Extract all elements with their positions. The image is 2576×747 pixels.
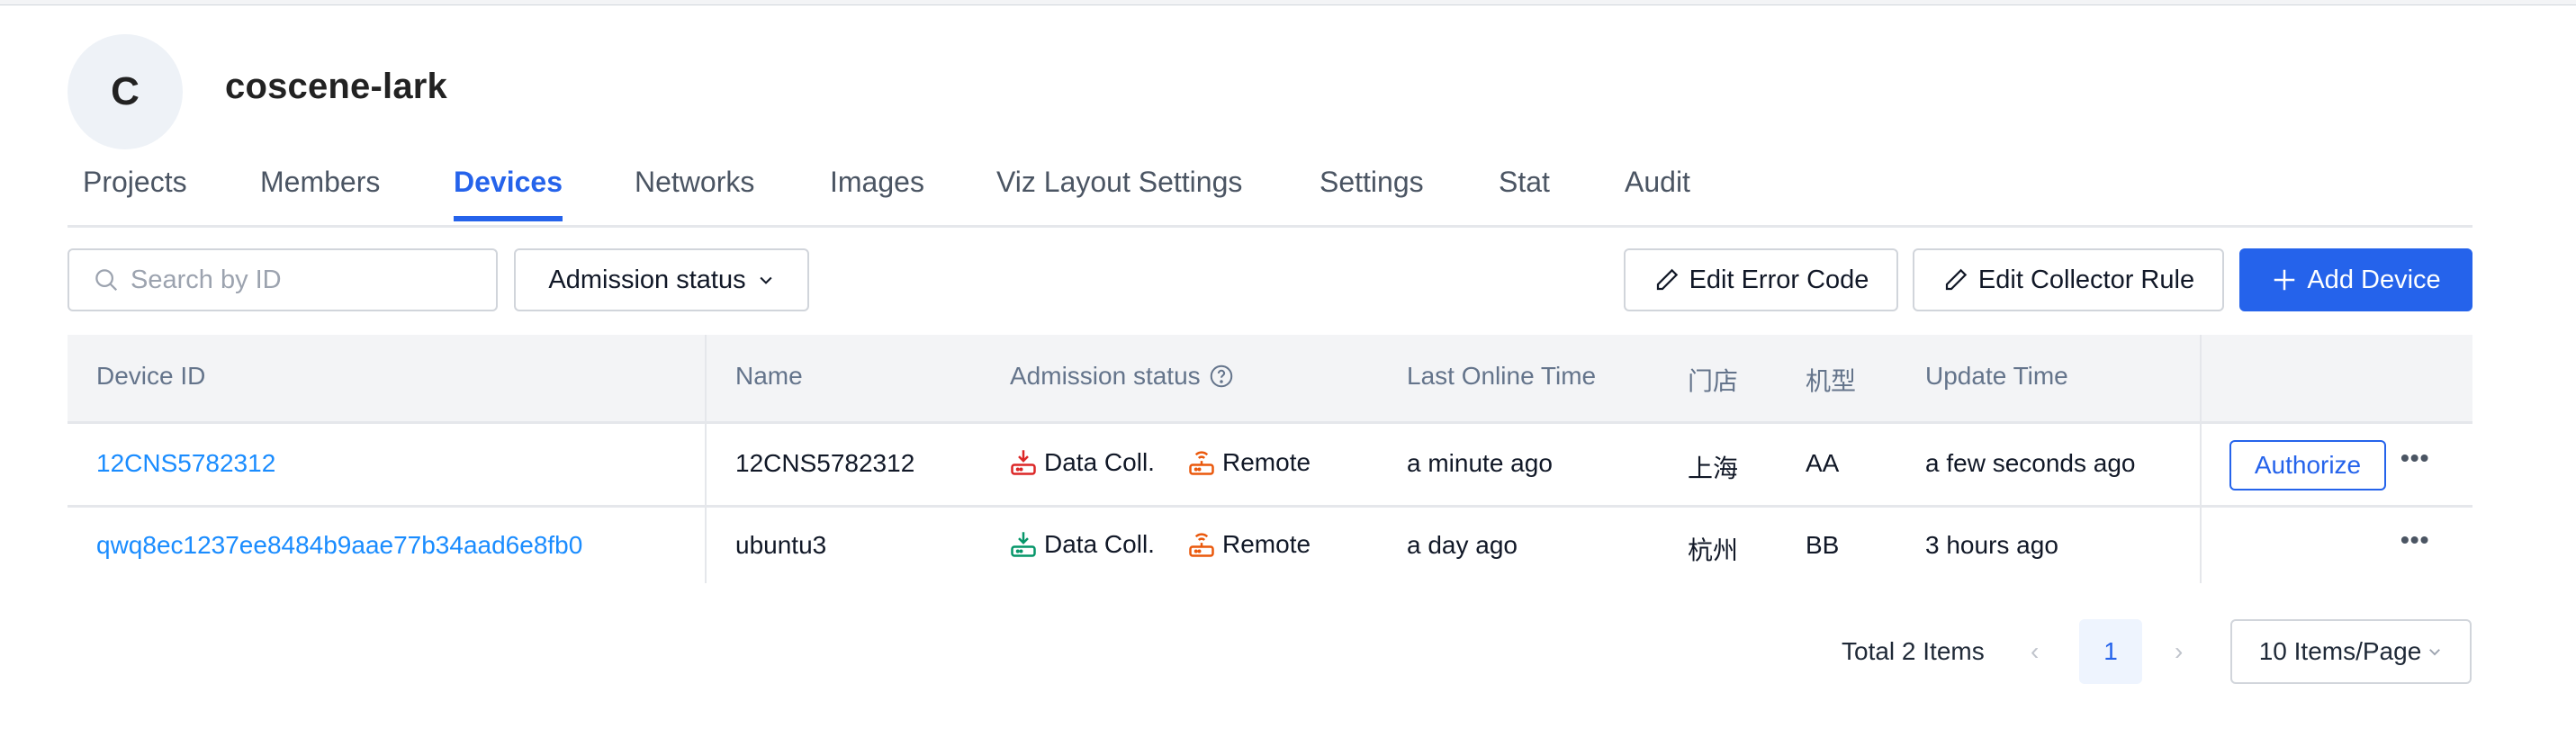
- pagination-total: Total 2 Items: [1842, 637, 1985, 665]
- search-input[interactable]: [129, 264, 474, 296]
- tab-networks[interactable]: Networks: [635, 166, 754, 221]
- col-admission-status: Admission status: [1010, 362, 1235, 391]
- tab-devices[interactable]: Devices: [454, 166, 563, 221]
- plus-icon: [2274, 269, 2295, 291]
- table-row: 12CNS5782312 12CNS5782312 Data Coll. Rem…: [68, 424, 2472, 508]
- pencil-icon: [1945, 268, 1968, 291]
- add-device-label: Add Device: [2307, 265, 2441, 294]
- tab-settings[interactable]: Settings: [1320, 166, 1424, 221]
- data-coll-label: Data Coll.: [1044, 448, 1155, 476]
- admission-status-filter[interactable]: Admission status: [514, 248, 809, 311]
- pagination-page-1[interactable]: 1: [2079, 619, 2142, 684]
- model: AA: [1806, 449, 1840, 477]
- table-header: Device ID Name Admission status Last Onl…: [68, 335, 2472, 424]
- last-online-time: a day ago: [1407, 531, 1518, 559]
- edit-error-code-button[interactable]: Edit Error Code: [1624, 248, 1898, 311]
- update-time: a few seconds ago: [1925, 449, 2136, 477]
- remote-router-icon: [1189, 451, 1214, 475]
- table-row: qwq8ec1237ee8484b9aae77b34aad6e8fb0 ubun…: [68, 508, 2472, 589]
- org-avatar: C: [68, 34, 183, 149]
- remote-label: Remote: [1222, 530, 1311, 558]
- avatar-letter: C: [111, 69, 140, 113]
- pagination-next-icon[interactable]: ›: [2175, 637, 2183, 666]
- model: BB: [1806, 531, 1840, 559]
- page-size-select[interactable]: 10 Items/Page: [2230, 619, 2472, 684]
- data-collection-unauthorized-icon: [1011, 450, 1036, 475]
- data-coll-label: Data Coll.: [1044, 530, 1155, 558]
- data-collection-authorized-icon: [1011, 532, 1036, 557]
- remote-label: Remote: [1222, 448, 1311, 476]
- search-box[interactable]: [68, 248, 498, 311]
- tab-viz-layout-settings[interactable]: Viz Layout Settings: [996, 166, 1242, 221]
- device-id-link[interactable]: 12CNS5782312: [96, 449, 275, 478]
- pencil-icon: [1656, 268, 1678, 291]
- tab-members[interactable]: Members: [260, 166, 380, 221]
- remote-status: Remote: [1188, 529, 1311, 560]
- chevron-down-icon: [760, 276, 772, 284]
- tab-bar: Projects Members Devices Networks Images…: [68, 153, 2472, 228]
- admission-filter-label: Admission status: [548, 265, 746, 294]
- device-id-link[interactable]: qwq8ec1237ee8484b9aae77b34aad6e8fb0: [96, 531, 582, 560]
- tab-audit[interactable]: Audit: [1625, 166, 1690, 221]
- top-border: [0, 0, 2576, 5]
- add-device-button[interactable]: Add Device: [2239, 248, 2472, 311]
- col-store: 门店: [1688, 367, 1739, 395]
- col-device-id: Device ID: [96, 362, 206, 390]
- pagination-prev-icon[interactable]: ‹: [2031, 637, 2039, 666]
- help-circle-icon[interactable]: [1208, 363, 1235, 390]
- update-time: 3 hours ago: [1925, 531, 2058, 559]
- tab-projects[interactable]: Projects: [83, 166, 187, 221]
- device-name: ubuntu3: [735, 531, 827, 559]
- col-model: 机型: [1806, 367, 1857, 395]
- chevron-down-icon: [2429, 649, 2441, 656]
- data-coll-status: Data Coll.: [1010, 447, 1155, 478]
- search-icon: [95, 269, 118, 292]
- authorize-button[interactable]: Authorize: [2229, 440, 2386, 490]
- more-actions-icon[interactable]: •••: [2400, 444, 2429, 472]
- remote-status: Remote: [1188, 447, 1311, 478]
- col-update-time: Update Time: [1925, 362, 2068, 390]
- col-admission-status-label: Admission status: [1010, 362, 1201, 390]
- data-coll-status: Data Coll.: [1010, 529, 1155, 560]
- edit-collector-rule-label: Edit Collector Rule: [1977, 265, 2195, 294]
- tab-images[interactable]: Images: [830, 166, 924, 221]
- col-name: Name: [735, 362, 803, 390]
- edit-error-code-label: Edit Error Code: [1689, 265, 1869, 294]
- device-name: 12CNS5782312: [735, 449, 915, 477]
- store: 上海: [1688, 454, 1739, 482]
- tab-stat[interactable]: Stat: [1499, 166, 1550, 221]
- more-actions-icon[interactable]: •••: [2400, 526, 2429, 554]
- remote-router-icon: [1189, 533, 1214, 557]
- last-online-time: a minute ago: [1407, 449, 1553, 477]
- col-last-online-time: Last Online Time: [1407, 362, 1597, 390]
- edit-collector-rule-button[interactable]: Edit Collector Rule: [1913, 248, 2224, 311]
- store: 杭州: [1688, 536, 1739, 564]
- page-size-label: 10 Items/Page: [2258, 637, 2422, 665]
- org-name: coscene-lark: [225, 67, 447, 106]
